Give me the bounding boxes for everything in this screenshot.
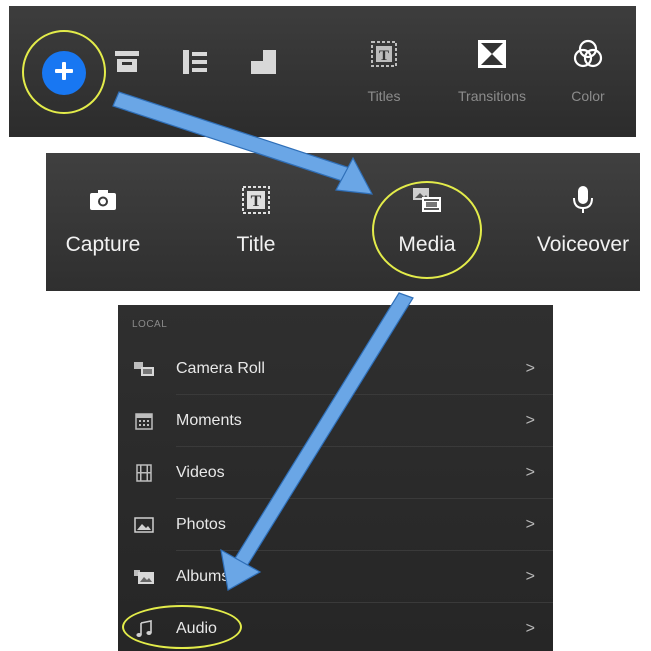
chevron-right-icon: > (525, 360, 535, 377)
camera-roll-icon (132, 359, 156, 379)
capture-label: Capture (65, 233, 141, 256)
align-tool-button[interactable] (177, 44, 213, 80)
color-icon (570, 36, 606, 72)
top-toolbar: T Titles Transitions Color (9, 6, 636, 137)
titles-tool-button[interactable]: T Titles (366, 36, 402, 104)
chevron-right-icon: > (525, 568, 535, 585)
chevron-right-icon: > (525, 620, 535, 637)
svg-text:T: T (251, 193, 262, 210)
titles-icon: T (366, 36, 402, 72)
list-item-label: Videos (176, 464, 225, 481)
clip-tool-button[interactable] (109, 44, 145, 80)
microphone-icon (563, 183, 603, 217)
media-button[interactable]: Media (387, 183, 467, 257)
layers-icon (245, 44, 281, 80)
list-item-videos[interactable]: Videos > (118, 447, 553, 499)
list-item-label: Photos (176, 516, 226, 533)
album-icon (132, 567, 156, 587)
clip-icon (109, 44, 145, 80)
color-tool-button[interactable]: Color (565, 36, 611, 104)
photo-icon (132, 515, 156, 535)
add-menu-bar: Capture T Title Media Voiceover (46, 153, 640, 291)
transitions-icon (474, 36, 510, 72)
list-item-albums[interactable]: Albums > (118, 551, 553, 603)
titles-label: Titles (367, 88, 401, 104)
layers-tool-button[interactable] (245, 44, 281, 80)
local-media-list: LOCAL Camera Roll > Moments > Videos > P… (118, 305, 553, 651)
media-icon (407, 183, 447, 217)
chevron-right-icon: > (525, 464, 535, 481)
list-item-label: Moments (176, 412, 242, 429)
list-item-photos[interactable]: Photos > (118, 499, 553, 551)
color-label: Color (571, 88, 605, 104)
svg-text:T: T (379, 48, 389, 64)
film-icon (132, 463, 156, 483)
highlight-circle (122, 605, 242, 649)
camera-icon (83, 183, 123, 217)
capture-button[interactable]: Capture (63, 183, 143, 257)
calendar-icon (132, 411, 156, 431)
title-button[interactable]: T Title (226, 183, 286, 257)
add-button[interactable] (42, 51, 86, 95)
transitions-label: Transitions (458, 88, 526, 104)
title-icon: T (236, 183, 276, 217)
list-item-label: Camera Roll (176, 360, 265, 377)
plus-icon (52, 59, 76, 88)
tutorial-canvas: T Titles Transitions Color Capture T Tit… (0, 0, 651, 651)
media-label: Media (398, 233, 456, 256)
transitions-tool-button[interactable]: Transitions (447, 36, 537, 104)
list-item-moments[interactable]: Moments > (118, 395, 553, 447)
voiceover-button[interactable]: Voiceover (533, 183, 633, 257)
list-item-camera-roll[interactable]: Camera Roll > (118, 343, 553, 395)
chevron-right-icon: > (525, 516, 535, 533)
voiceover-label: Voiceover (536, 233, 630, 256)
align-icon (177, 44, 213, 80)
list-item-label: Albums (176, 568, 230, 585)
chevron-right-icon: > (525, 412, 535, 429)
title-label: Title (236, 233, 276, 256)
section-header: LOCAL (132, 319, 168, 330)
